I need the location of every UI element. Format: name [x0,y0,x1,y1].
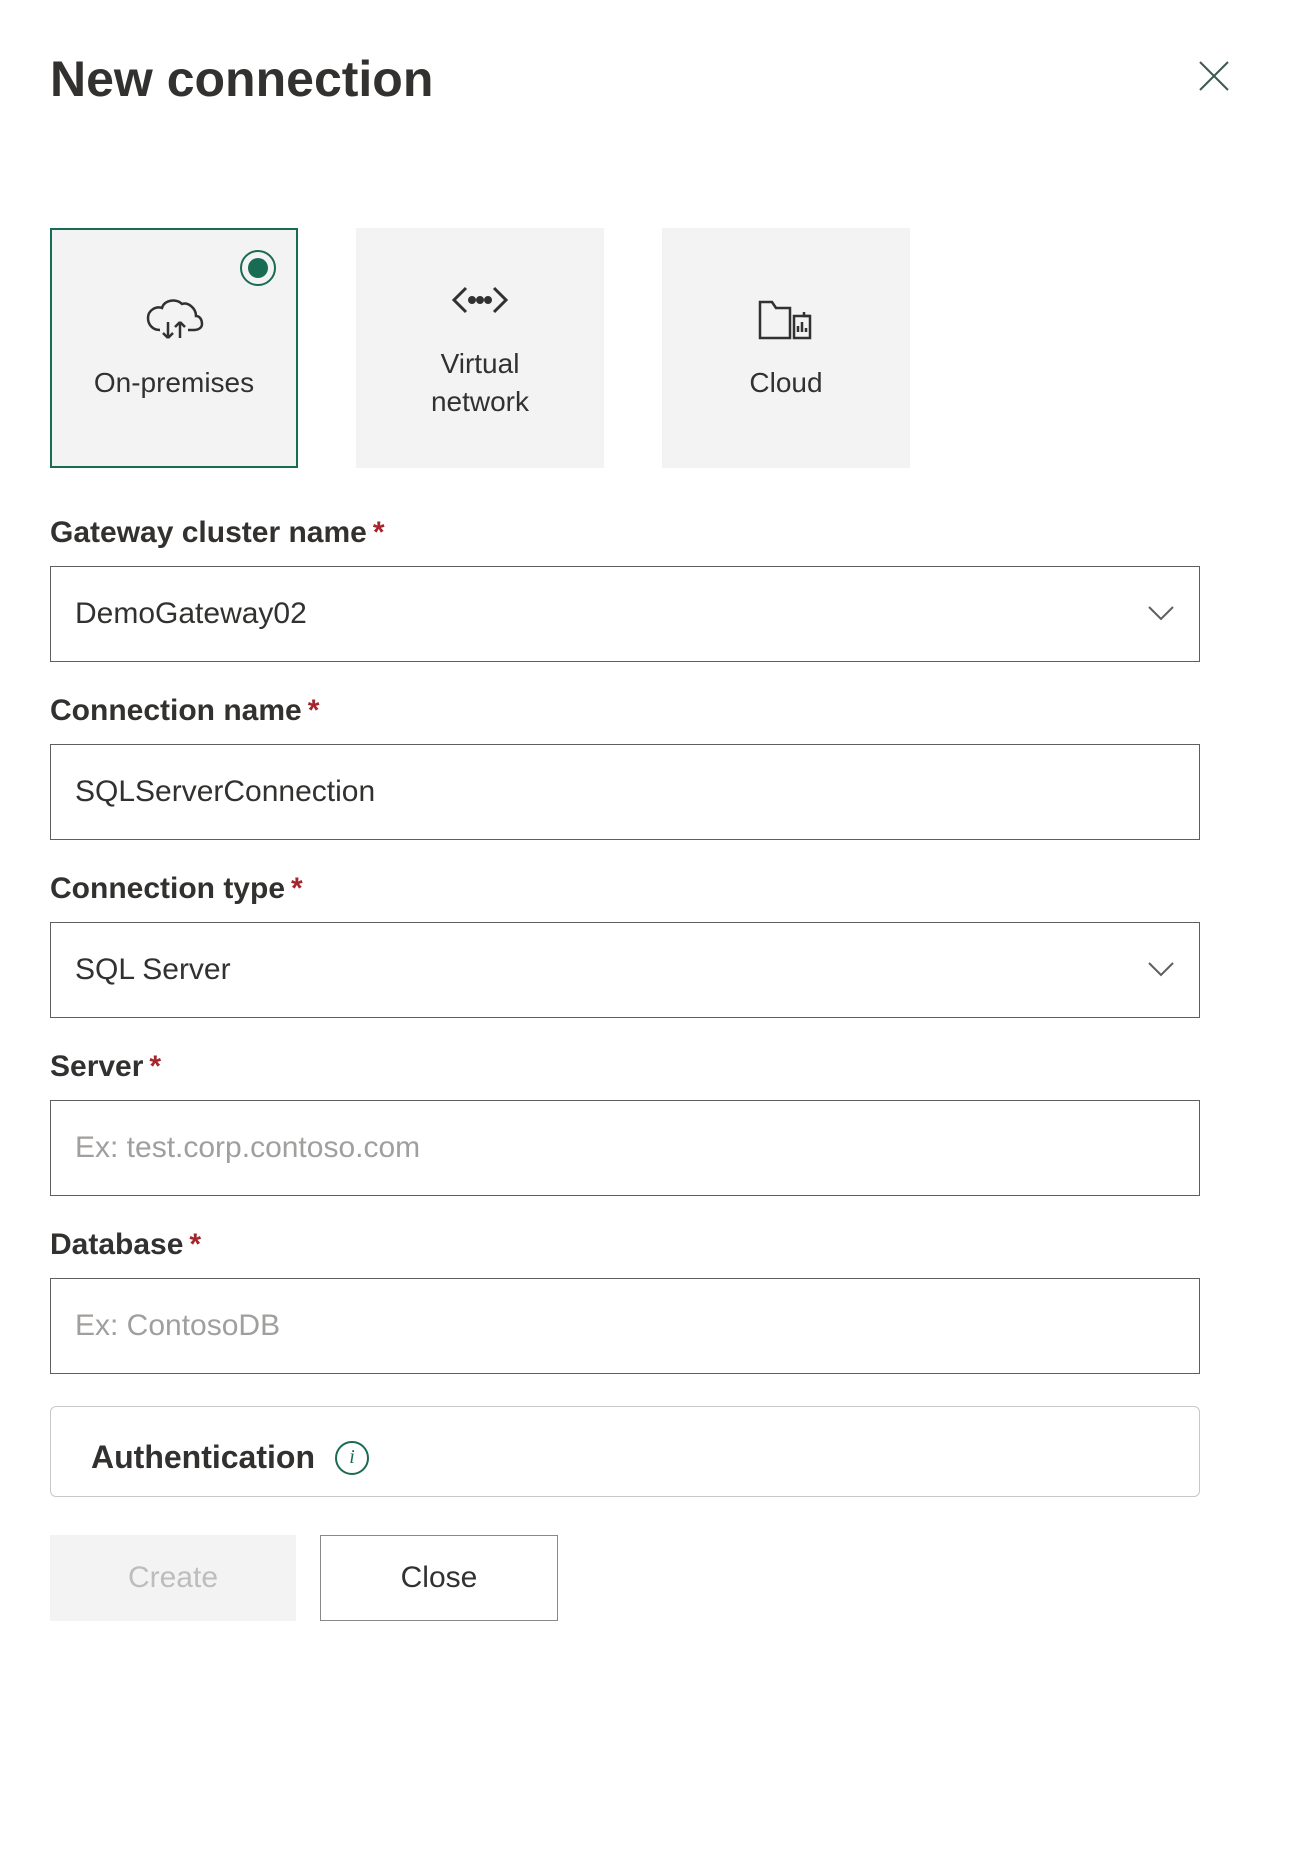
network-icon [448,275,512,325]
close-icon[interactable] [1188,50,1240,108]
option-on-premises[interactable]: On-premises [50,228,298,468]
required-indicator: * [373,516,385,549]
required-indicator: * [149,1050,161,1083]
authentication-label: Authentication [91,1439,315,1476]
option-label: Virtual network [431,345,529,421]
server-input[interactable] [50,1100,1200,1196]
chevron-down-icon [1147,956,1175,984]
connection-type-select[interactable]: SQL Server [50,922,1200,1018]
page-title: New connection [50,50,433,108]
connection-type-options: On-premises Virtual network Clo [50,228,1240,468]
gateway-cluster-select[interactable]: DemoGateway02 [50,566,1200,662]
database-input[interactable] [50,1278,1200,1374]
gateway-cluster-label: Gateway cluster name* [50,516,1240,550]
option-virtual-network[interactable]: Virtual network [356,228,604,468]
server-label: Server* [50,1050,1240,1084]
cloud-sync-icon [142,294,206,344]
option-label: On-premises [94,364,254,402]
create-button[interactable]: Create [50,1535,296,1621]
database-label: Database* [50,1228,1240,1262]
connection-name-input[interactable] [50,744,1200,840]
required-indicator: * [308,694,320,727]
close-button[interactable]: Close [320,1535,558,1621]
authentication-section: Authentication i [50,1406,1200,1497]
option-cloud[interactable]: Cloud [662,228,910,468]
select-value: DemoGateway02 [75,597,307,631]
connection-name-label: Connection name* [50,694,1240,728]
select-value: SQL Server [75,953,231,987]
option-label: Cloud [749,364,822,402]
connection-type-label: Connection type* [50,872,1240,906]
folder-chart-icon [754,294,818,344]
required-indicator: * [189,1228,201,1261]
info-icon[interactable]: i [335,1441,369,1475]
radio-selected-icon [240,250,276,286]
required-indicator: * [291,872,303,905]
chevron-down-icon [1147,600,1175,628]
